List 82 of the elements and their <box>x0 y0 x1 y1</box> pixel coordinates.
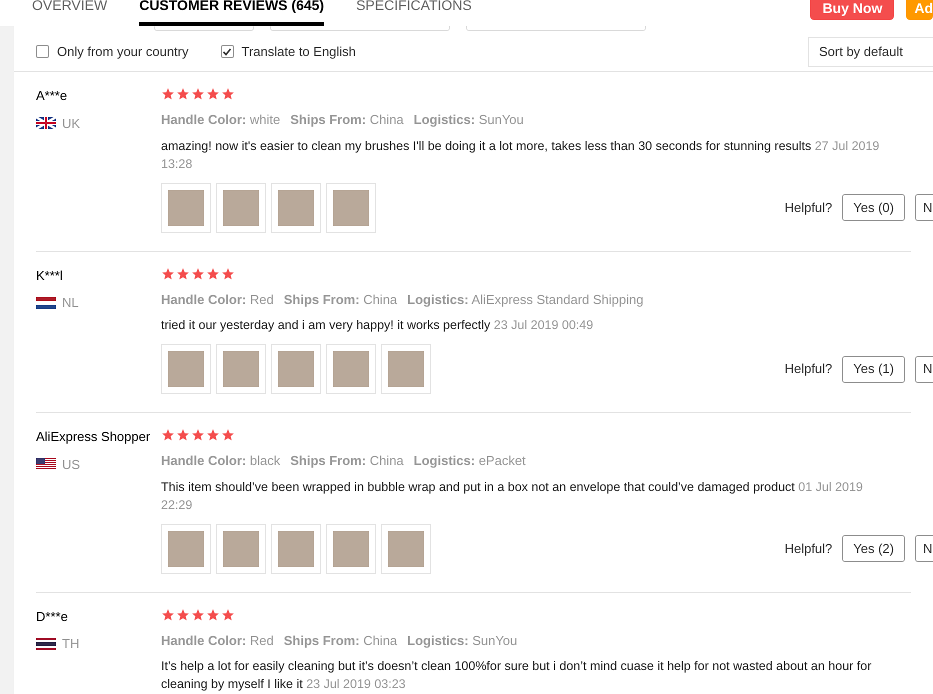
country-code: NL <box>62 294 79 312</box>
photo-placeholder[interactable] <box>161 182 211 232</box>
reviewer-name: K***l <box>36 266 64 284</box>
star-icon <box>206 608 220 622</box>
photo-placeholder[interactable] <box>161 344 211 394</box>
reviewer-name: AliExpress Shopper <box>36 428 152 446</box>
star-icon <box>176 428 190 442</box>
review-attribute: Handle Color: Red <box>161 290 274 308</box>
review-text: amazing! now it's easier to clean my brushes I'll be doing it a lot more, takes less than 30 seconds for stunning results 27 Jul 2019 13:28 <box>161 138 880 172</box>
star-icon <box>176 266 190 280</box>
star-icon <box>191 608 205 622</box>
review-attribute: Ships From: China <box>284 632 398 650</box>
flag-icon <box>36 458 56 470</box>
star-icon <box>176 608 190 622</box>
filter-label: Only from your country <box>57 42 188 61</box>
country-code: TH <box>62 635 80 653</box>
star-icon <box>206 266 220 280</box>
helpful-label: Helpful? <box>784 198 832 217</box>
review-attribute: Handle Color: Red <box>161 632 274 650</box>
review-attribute: Handle Color: black <box>161 452 280 470</box>
sort-dropdown[interactable]: Sort by default <box>808 36 933 66</box>
star-icon <box>206 87 220 101</box>
reviewer-name: D***e <box>36 608 69 626</box>
country-code: US <box>62 456 80 474</box>
dropdown-field[interactable] <box>154 26 254 31</box>
yes-vote-button[interactable]: Yes (0) <box>842 194 905 221</box>
checkbox[interactable] <box>36 45 49 58</box>
photo-placeholder[interactable] <box>161 524 211 574</box>
review-attribute: Logistics: SunYou <box>407 632 518 650</box>
photo-placeholder[interactable] <box>326 182 376 232</box>
review-text: tried it our yesterday and i am very happy! it works perfectly 23 Jul 2019 00:49 <box>161 317 594 334</box>
star-icon <box>191 428 205 442</box>
star-icon <box>221 608 235 622</box>
star-icon <box>161 266 175 280</box>
review-text: This item should’ve been wrapped in bubble wrap and put in a box not an envelope that could’ve damaged product 01 Jul 2019 22:29 <box>161 478 864 514</box>
photo-placeholder[interactable] <box>216 524 266 574</box>
yes-vote-button[interactable]: Yes (2) <box>842 535 905 562</box>
checkbox[interactable] <box>220 45 234 58</box>
photo-placeholder[interactable] <box>216 344 266 394</box>
flag-icon <box>36 638 56 650</box>
photo-placeholder[interactable] <box>271 524 321 574</box>
star-icon <box>206 428 220 442</box>
review-attribute: Ships From: China <box>290 452 404 470</box>
review-attribute: Handle Color: white <box>161 111 280 129</box>
dropdown-field[interactable] <box>466 26 646 31</box>
star-icon <box>161 428 175 442</box>
photo-placeholder[interactable] <box>381 524 431 574</box>
no-vote-button[interactable]: N <box>915 194 933 221</box>
star-icon <box>191 87 205 101</box>
no-vote-button[interactable]: N <box>915 535 933 562</box>
review-attribute: Ships From: China <box>284 290 398 309</box>
photo-placeholder[interactable] <box>381 344 431 394</box>
helpful-label: Helpful? <box>784 360 832 378</box>
review-attribute: Ships From: China <box>290 111 404 129</box>
photo-placeholder[interactable] <box>326 524 376 574</box>
photo-placeholder[interactable] <box>271 182 321 232</box>
star-icon <box>221 266 235 280</box>
star-icon <box>161 87 175 101</box>
photo-placeholder[interactable] <box>271 344 321 394</box>
filter-label: Translate to English <box>242 42 356 61</box>
no-vote-button[interactable]: N <box>915 356 933 382</box>
star-icon <box>191 266 205 280</box>
review-attribute: Logistics: ePacket <box>414 452 526 470</box>
yes-vote-button[interactable]: Yes (1) <box>842 356 905 382</box>
review-attribute: Logistics: SunYou <box>414 111 524 129</box>
review-attribute: Logistics: AliExpress Standard Shipping <box>407 290 644 309</box>
review-text: It’s help a lot for easily cleaning but it’s doesn’t clean 100%for sure but i don’t mind cuase it help for not wasted about an hour for cleaning by myself I like it 23 Jul 2019 03:23 <box>161 658 872 693</box>
star-icon <box>221 428 235 442</box>
reviewer-name: A***e <box>36 87 68 105</box>
helpful-label: Helpful? <box>784 540 832 558</box>
photo-placeholder[interactable] <box>326 344 376 394</box>
dropdown-field[interactable] <box>270 26 450 31</box>
tab[interactable]: OVERVIEW <box>32 0 108 26</box>
star-icon <box>221 87 235 101</box>
star-icon <box>176 87 190 101</box>
flag-icon <box>36 296 56 309</box>
star-icon <box>161 608 175 622</box>
country-code: UK <box>62 114 80 132</box>
tab[interactable]: SPECIFICATIONS <box>356 0 472 26</box>
flag-icon <box>36 117 56 130</box>
check-icon <box>222 46 232 56</box>
photo-placeholder[interactable] <box>216 182 266 232</box>
